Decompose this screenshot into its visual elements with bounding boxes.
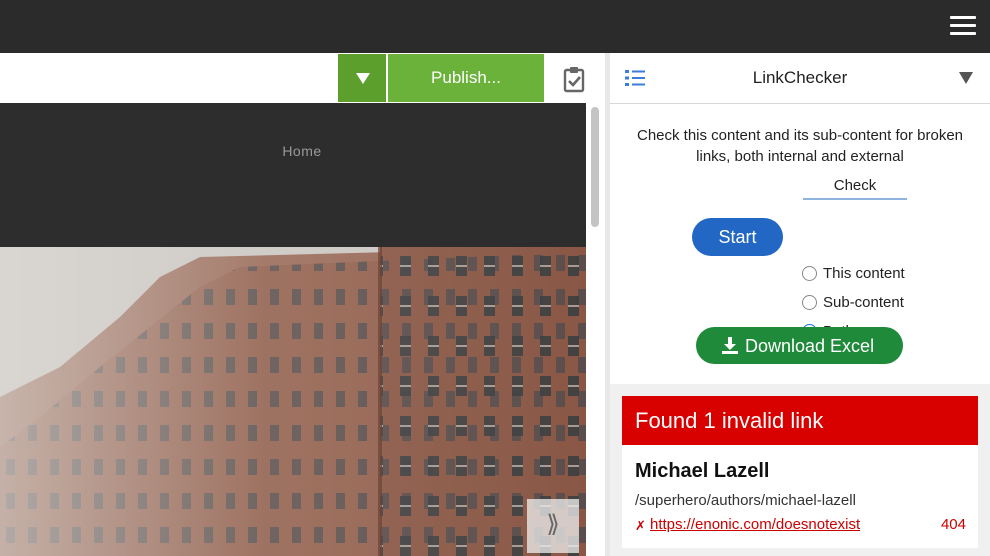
radio-label: Sub-content [823,294,904,311]
broken-link-url[interactable]: https://enonic.com/doesnotexist [650,516,860,533]
triangle-down-icon [356,73,370,84]
building-photo [0,247,586,556]
linkchecker-panel: LinkChecker Check this content and its s… [610,53,990,556]
clipboard-check-icon[interactable] [560,65,588,93]
download-icon [721,336,739,354]
content-editor-pane: Publish... Home ⟫ [0,53,605,556]
check-description: Check this content and its sub-content f… [636,127,963,165]
radio-button[interactable] [802,266,817,281]
radio-label: This content [823,265,905,282]
results-header: Found 1 invalid link [622,396,978,445]
hamburger-menu-icon[interactable] [950,16,976,36]
panel-title: LinkChecker [752,68,848,87]
results-card: Found 1 invalid link Michael Lazell /sup… [622,396,978,548]
download-excel-label: Download Excel [745,336,875,356]
result-content-path: /superhero/authors/michael-lazell [635,492,856,509]
top-bar [0,0,990,53]
editor-toolbar: Publish... [0,53,605,103]
radio-button[interactable] [802,295,817,310]
result-content-name: Michael Lazell [635,460,770,482]
home-nav-link[interactable]: Home [0,143,586,159]
check-scope-heading: Check [803,177,907,200]
error-x-icon: ✗ [635,518,646,533]
status-code: 404 [940,516,966,533]
site-header: Home [0,103,586,247]
page-preview: Home [0,103,586,556]
publish-menu-dropdown-button[interactable] [338,54,386,102]
publish-button[interactable]: Publish... [388,54,544,102]
start-button[interactable]: Start [692,218,783,256]
download-excel-button[interactable]: Download Excel [696,327,903,364]
preview-scrollbar-thumb[interactable] [591,107,599,227]
link-check-form: Check this content and its sub-content f… [610,104,990,384]
double-chevron-right-icon[interactable]: ⟫ [527,499,579,553]
panel-header: LinkChecker [610,53,990,104]
triangle-down-icon[interactable] [959,72,973,84]
